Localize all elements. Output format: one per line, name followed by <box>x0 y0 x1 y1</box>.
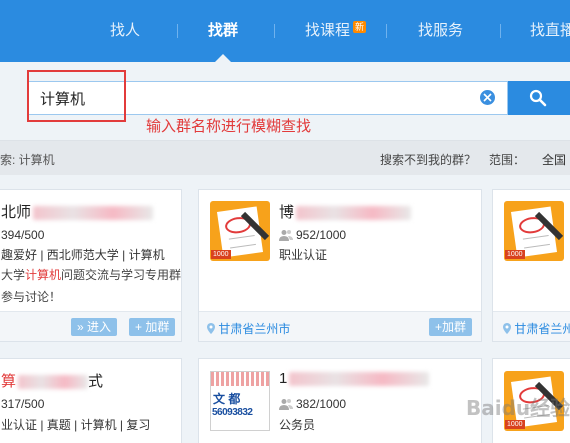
desc-text: 问题交流与学习专用群 <box>61 268 182 282</box>
watermark: Baidu经验 <box>466 396 570 420</box>
nav-find-courses[interactable]: 找课程新 <box>305 18 367 44</box>
group-card[interactable]: 北师 394/500 趣爱好 | 西北师范大学 | 计算机 大学计算机问题交流与… <box>0 189 182 342</box>
enter-button[interactable]: » 进入 <box>71 318 118 336</box>
nav-find-services[interactable]: 找服务 <box>418 18 463 44</box>
new-badge: 新 <box>353 21 367 33</box>
location-pin-icon <box>503 323 511 334</box>
group-name: 算式 <box>1 370 103 391</box>
group-name-text: 式 <box>88 373 104 390</box>
ad-header-decoration <box>211 372 269 386</box>
member-count: 317/500 <box>1 397 45 411</box>
card-footer: » 进入 + 加群 <box>0 311 181 341</box>
nav-find-groups[interactable]: 找群 <box>208 18 238 62</box>
desc-text: 大学 <box>1 268 26 282</box>
group-name: 北师 <box>1 201 154 222</box>
nav-separator <box>500 24 501 38</box>
group-card[interactable]: 算式 317/500 业认证 | 真题 | 计算机 | 复习 <box>0 358 182 443</box>
blurred-text <box>296 206 412 221</box>
people-icon <box>279 399 293 410</box>
group-card[interactable]: 1000 甘肃省兰州市 <box>492 189 570 342</box>
desc-highlight: 计算机 <box>25 268 62 282</box>
card-footer: 甘肃省兰州市 +加群 <box>199 311 481 341</box>
location-text: 甘肃省兰州市 <box>514 322 570 336</box>
location: 甘肃省兰州市 <box>207 320 290 337</box>
add-group-button[interactable]: + 加群 <box>129 318 176 336</box>
group-name: 1 <box>279 370 430 387</box>
blurred-text <box>33 206 154 221</box>
nav-separator <box>386 24 387 38</box>
capacity-badge: 1000 <box>505 420 525 429</box>
capacity-badge: 1000 <box>505 250 525 259</box>
highlight-box <box>27 70 126 122</box>
group-description: 大学计算机问题交流与学习专用群 <box>1 264 181 286</box>
range-select[interactable]: 全国 <box>542 151 566 168</box>
blurred-text <box>289 372 430 387</box>
group-name-text: 1 <box>279 370 288 387</box>
member-count: 952/1000 <box>279 228 346 242</box>
filter-bar: 索: 计算机 搜索不到我的群？ 范围： 全国 <box>0 140 570 175</box>
group-card[interactable]: 1000 博 952/1000 职业认证 甘肃省兰州市 +加群 <box>198 189 482 342</box>
group-card[interactable]: 文 都 56093832 1 382/1000 公务员 <box>198 358 482 443</box>
blurred-text <box>18 375 89 390</box>
nav-find-live[interactable]: 找直播 <box>530 18 570 44</box>
search-button[interactable] <box>508 81 570 115</box>
ad-brand: 文 都 <box>213 392 241 406</box>
group-description-line2: 参与讨论！ <box>1 290 62 304</box>
group-tags: 业认证 | 真题 | 计算机 | 复习 <box>1 418 151 432</box>
group-name-text: 北师 <box>1 204 32 221</box>
card-footer: 甘肃省兰州市 <box>493 311 570 341</box>
search-hint: 输入群名称进行模糊查找 <box>146 117 312 135</box>
people-icon <box>279 230 293 241</box>
range-label: 范围： <box>489 153 526 167</box>
group-avatar: 1000 <box>504 201 564 261</box>
nav-find-courses-label: 找课程 <box>305 22 351 39</box>
group-avatar: 1000 <box>210 201 270 261</box>
nav-separator <box>274 24 275 38</box>
nav-separator <box>177 24 178 38</box>
nav-find-people[interactable]: 找人 <box>110 18 140 44</box>
search-summary: 索: 计算机 <box>0 153 55 167</box>
member-count: 382/1000 <box>279 397 346 411</box>
member-count: 394/500 <box>1 228 45 242</box>
member-count-value: 382/1000 <box>296 397 347 411</box>
location-pin-icon <box>207 323 215 334</box>
location-text: 甘肃省兰州市 <box>218 322 291 336</box>
group-tags: 职业认证 <box>279 248 328 262</box>
not-found-link[interactable]: 搜索不到我的群？ <box>380 151 476 168</box>
search-icon <box>529 89 547 107</box>
clear-circle-icon[interactable] <box>480 90 495 105</box>
group-name: 博 <box>279 201 412 222</box>
group-name-text: 算 <box>1 373 17 390</box>
location: 甘肃省兰州市 <box>503 320 570 337</box>
group-avatar: 文 都 56093832 <box>210 371 270 431</box>
top-nav: 找人 找群 找课程新 找服务 找直播 <box>0 0 570 62</box>
ad-phone: 56093832 <box>212 407 253 418</box>
group-tags: 公务员 <box>279 418 316 432</box>
member-count-value: 952/1000 <box>296 228 347 242</box>
search-area: 输入群名称进行模糊查找 <box>0 62 570 140</box>
group-tags: 趣爱好 | 西北师范大学 | 计算机 <box>1 248 165 262</box>
add-group-button[interactable]: +加群 <box>429 318 473 336</box>
capacity-badge: 1000 <box>211 250 231 259</box>
group-name-text: 博 <box>279 204 295 221</box>
